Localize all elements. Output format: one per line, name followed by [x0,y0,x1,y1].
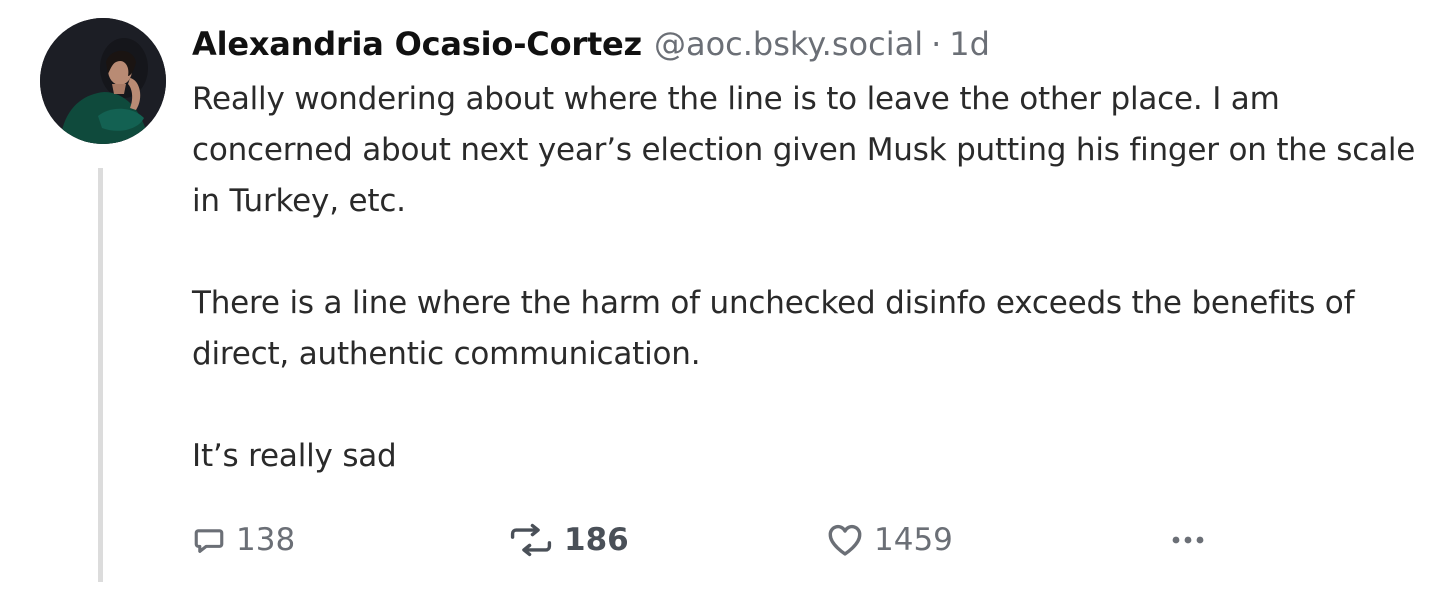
repost-button[interactable]: 186 [508,518,629,562]
post-paragraph: It’s really sad [192,438,397,474]
author-display-name[interactable]: Alexandria Ocasio-Cortez [192,22,642,66]
reply-count: 138 [236,522,296,558]
repost-arrows-icon [510,523,552,557]
post-card[interactable]: Alexandria Ocasio-Cortez @aoc.bsky.socia… [0,0,1456,590]
more-options-button[interactable] [1168,518,1218,562]
reply-button[interactable]: 138 [192,518,295,562]
like-count: 1459 [874,522,953,558]
ellipsis-icon [1172,536,1204,544]
repost-count: 186 [564,522,629,558]
post-timestamp[interactable]: 1d [949,22,990,66]
heart-icon [828,524,862,556]
post-content: Alexandria Ocasio-Cortez @aoc.bsky.socia… [192,22,1422,482]
post-paragraph: Really wondering about where the line is… [192,81,1416,219]
post-paragraph: There is a line where the harm of unchec… [192,285,1355,372]
post-header: Alexandria Ocasio-Cortez @aoc.bsky.socia… [192,22,1422,66]
author-handle[interactable]: @aoc.bsky.social [654,22,923,66]
profile-photo [40,18,166,144]
post-text: Really wondering about where the line is… [192,74,1422,482]
speech-bubble-icon [194,529,224,553]
thread-line [98,168,103,582]
like-button[interactable]: 1459 [826,518,953,562]
header-separator: · [931,25,942,63]
post-actions: 138 186 1459 [192,518,1222,562]
avatar[interactable] [40,18,166,144]
